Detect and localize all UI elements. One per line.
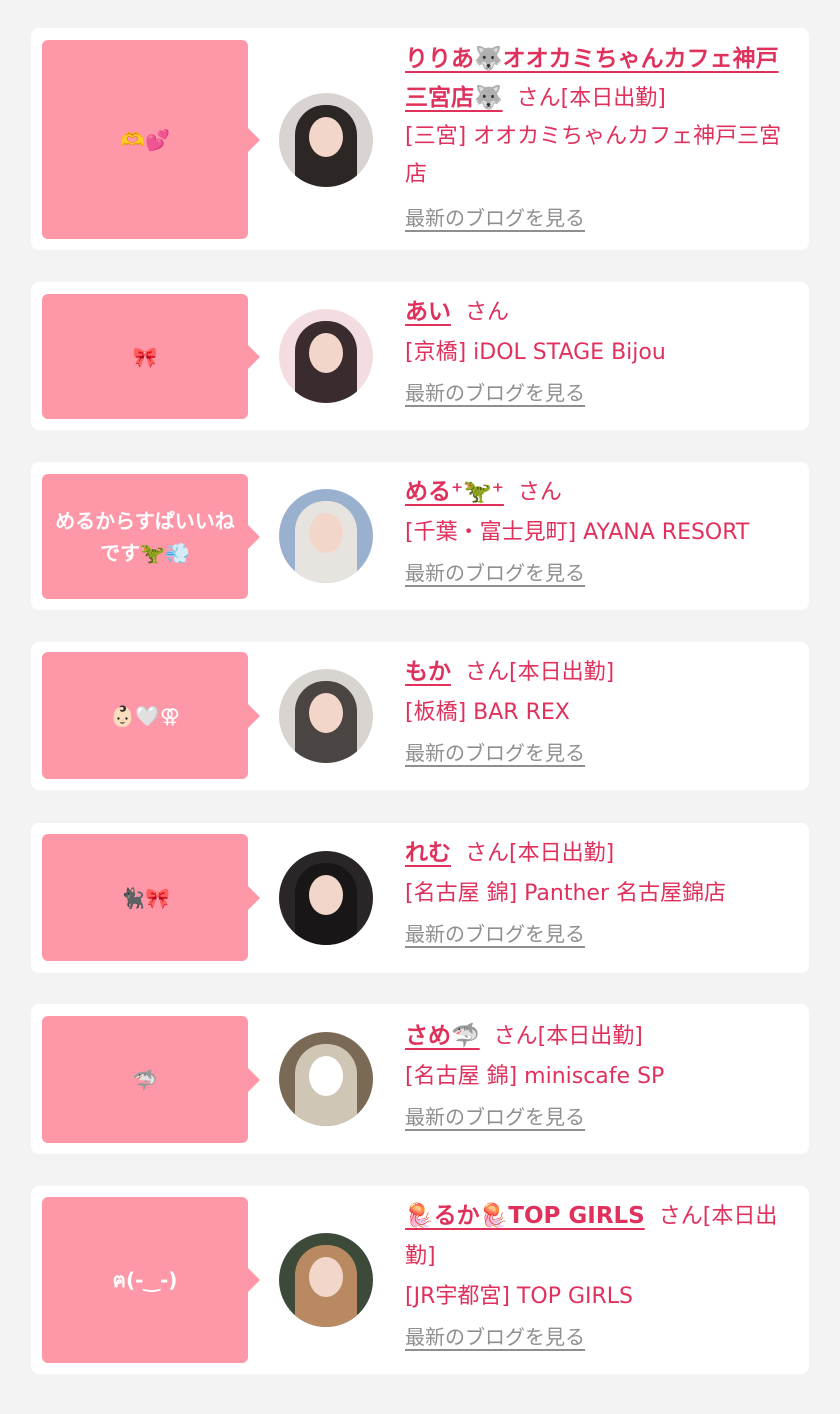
message-bubble: 🦈 [42, 1016, 260, 1143]
blog-link[interactable]: 最新のブログを見る [405, 914, 585, 954]
shop-text: [JR宇都宮] TOP GIRLS [405, 1284, 633, 1309]
blog-link[interactable]: 最新のブログを見る [405, 553, 585, 593]
avatar[interactable] [279, 1032, 373, 1126]
blog-link[interactable]: 最新のブログを見る [405, 1097, 585, 1137]
list-item: めるからすぱいいねです🦖💨 める⁺🦖⁺ さん [千葉・富士見町] AYANA RE… [31, 462, 809, 610]
message-text: 🦈 [132, 1067, 158, 1092]
list-item: 🫶💕 りりあ🐺オオカミちゃんカフェ神戸三宮店🐺 さん[本日出勤] [三宮] オオカ… [31, 28, 809, 250]
cast-name-link[interactable]: める⁺🦖⁺ [405, 479, 504, 505]
cast-name-link[interactable]: もか [405, 659, 451, 685]
message-bubble: ฅ(-‿-) [42, 1197, 260, 1363]
list-item: 🦈 さめ🦈 さん[本日出勤] [名古屋 錦] miniscafe SP 最新のブロ… [31, 1004, 809, 1154]
message-text: 🎀 [132, 344, 158, 369]
message-bubble: 🎀 [42, 294, 260, 419]
cast-name-link[interactable]: 🪼るか🪼TOP GIRLS [405, 1203, 645, 1229]
message-bubble: 👶🏻🤍⚢ [42, 652, 260, 779]
list-item: 🎀 あい さん [京橋] iDOL STAGE Bijou 最新のブログを見る [31, 282, 809, 430]
cast-name-link[interactable]: れむ [405, 840, 451, 866]
message-bubble: 🫶💕 [42, 40, 260, 239]
suffix-text: さん[本日出勤] [493, 1024, 643, 1049]
cast-name-link[interactable]: さめ🦈 [405, 1023, 480, 1049]
cast-name-link[interactable]: あい [405, 299, 451, 325]
avatar[interactable] [279, 851, 373, 945]
avatar[interactable] [279, 489, 373, 583]
avatar[interactable] [279, 309, 373, 403]
message-text: ฅ(-‿-) [112, 1268, 178, 1292]
shop-text: [京橋] iDOL STAGE Bijou [405, 340, 666, 365]
shop-text: [三宮] オオカミちゃんカフェ神戸三宮店 [405, 124, 782, 187]
shop-text: [板橋] BAR REX [405, 700, 570, 725]
message-text: めるからすぱいいねです🦖💨 [55, 508, 235, 565]
message-text: 🐈‍⬛🎀 [120, 885, 170, 910]
suffix-text: さん [517, 480, 562, 505]
suffix-text: さん[本日出勤] [465, 660, 615, 685]
blog-link[interactable]: 最新のブログを見る [405, 1317, 585, 1357]
blog-link[interactable]: 最新のブログを見る [405, 373, 585, 413]
list-item: 🐈‍⬛🎀 れむ さん[本日出勤] [名古屋 錦] Panther 名古屋錦店 最新… [31, 823, 809, 973]
blog-link[interactable]: 最新のブログを見る [405, 733, 585, 773]
avatar[interactable] [279, 93, 373, 187]
shop-text: [名古屋 錦] miniscafe SP [405, 1064, 665, 1089]
message-bubble: めるからすぱいいねです🦖💨 [42, 474, 260, 599]
shop-text: [名古屋 錦] Panther 名古屋錦店 [405, 881, 726, 906]
suffix-text: さん [465, 300, 510, 325]
avatar[interactable] [279, 1233, 373, 1327]
blog-link[interactable]: 最新のブログを見る [405, 198, 585, 238]
message-bubble: 🐈‍⬛🎀 [42, 834, 260, 961]
suffix-text: さん[本日出勤] [516, 86, 666, 111]
blog-list: 🫶💕 りりあ🐺オオカミちゃんカフェ神戸三宮店🐺 さん[本日出勤] [三宮] オオカ… [0, 0, 840, 1414]
list-item: ฅ(-‿-) 🪼るか🪼TOP GIRLS さん[本日出勤] [JR宇都宮] TOP… [31, 1186, 809, 1374]
message-text: 👶🏻🤍⚢ [110, 703, 180, 728]
message-text: 🫶💕 [120, 127, 170, 152]
list-item: 👶🏻🤍⚢ もか さん[本日出勤] [板橋] BAR REX 最新のブログを見る [31, 642, 809, 790]
shop-text: [千葉・富士見町] AYANA RESORT [405, 520, 750, 545]
avatar[interactable] [279, 669, 373, 763]
suffix-text: さん[本日出勤] [465, 841, 615, 866]
